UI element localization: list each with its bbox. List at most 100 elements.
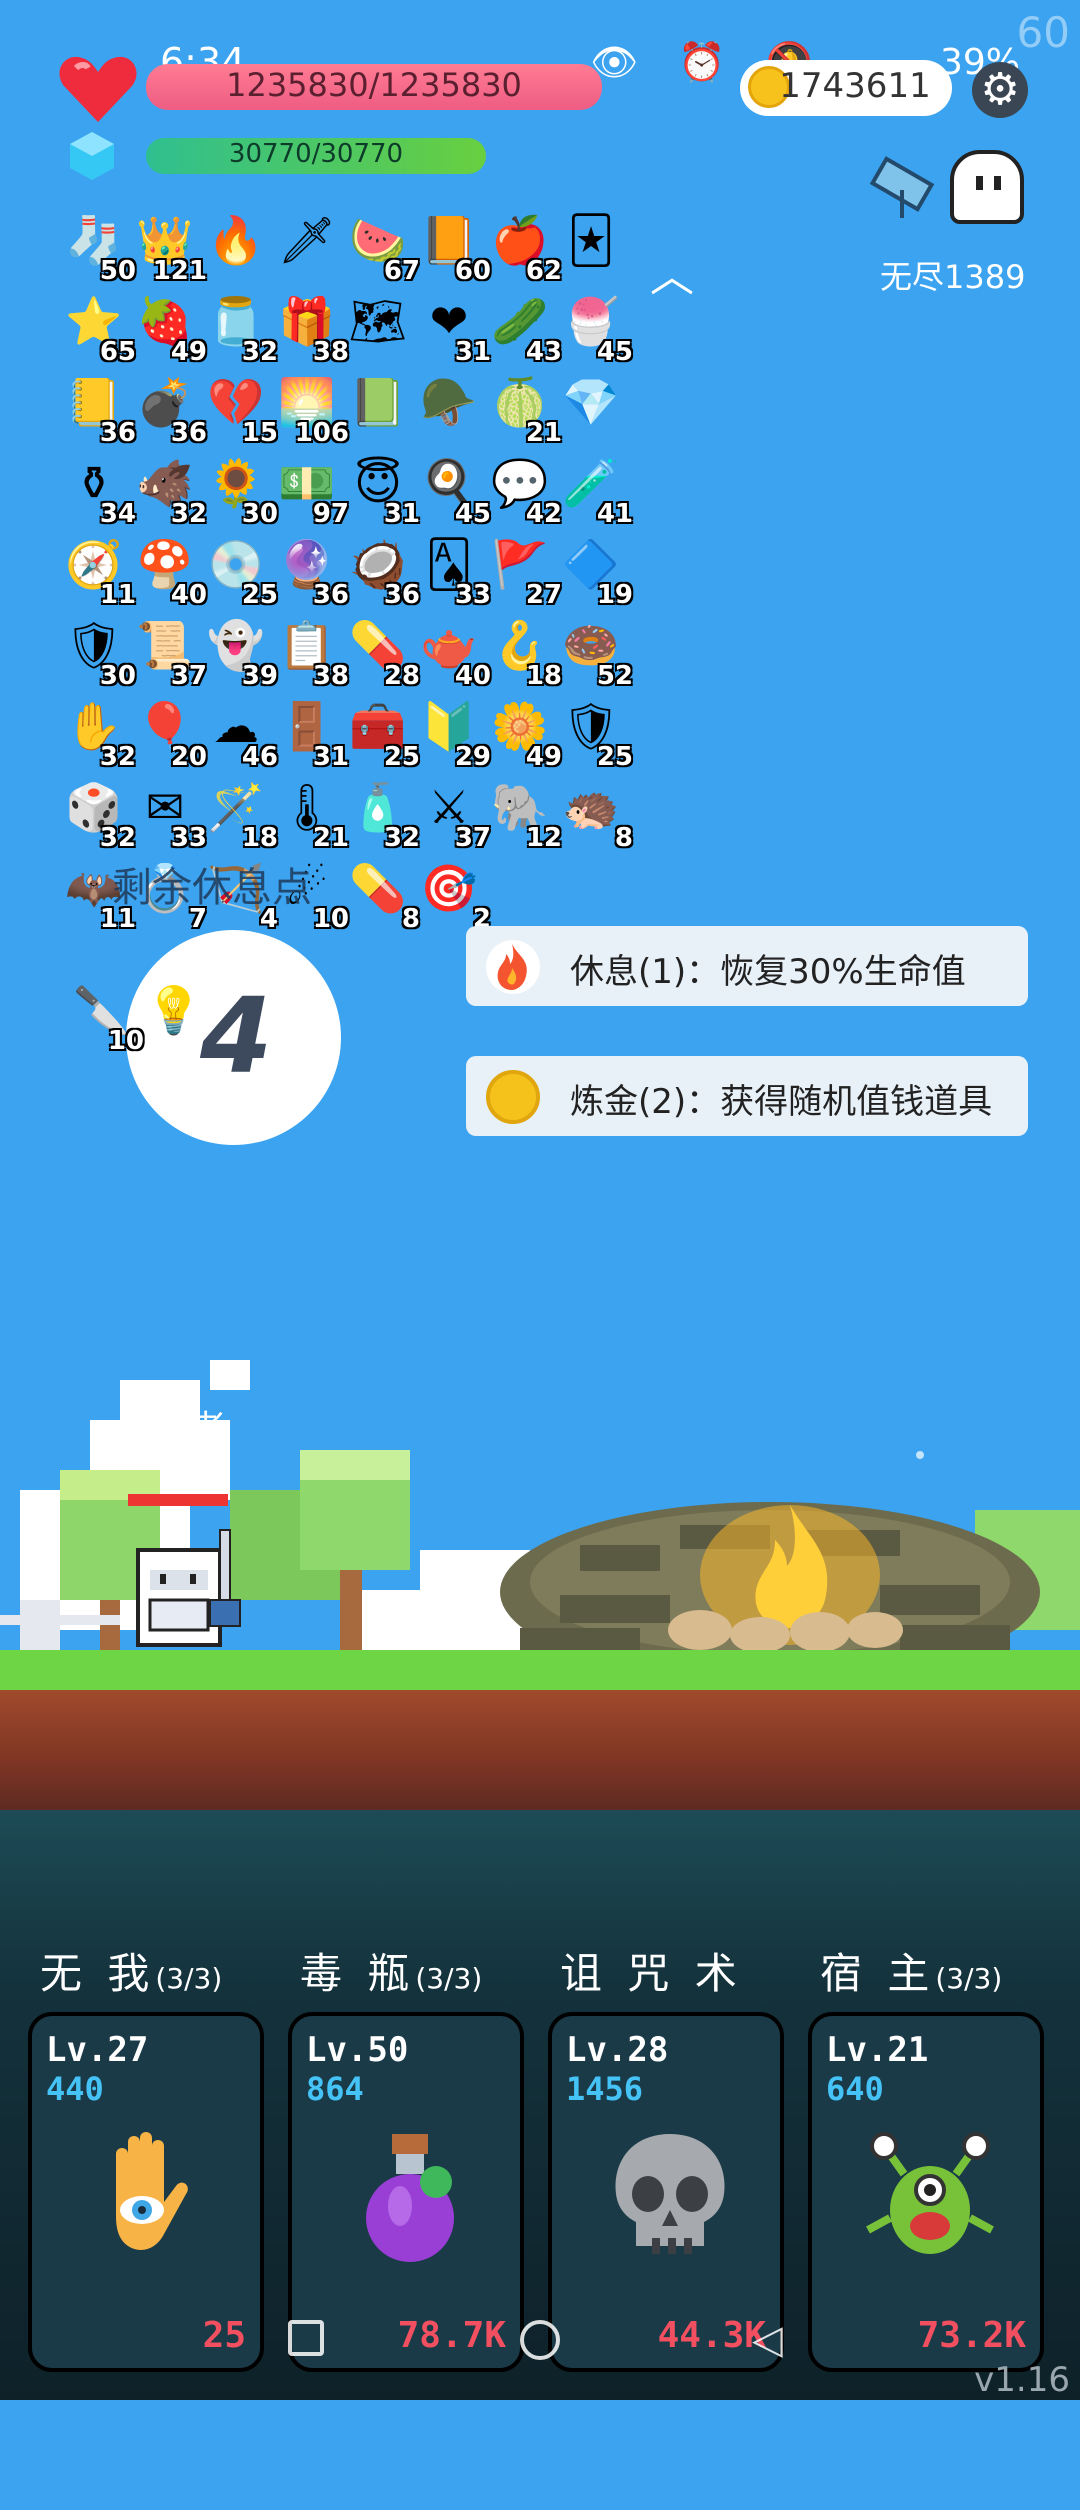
inventory-item[interactable]: 💡 (140, 980, 210, 1050)
inventory-item[interactable]: 👑 121 (131, 210, 207, 286)
inventory-item[interactable]: 🫖 40 (415, 615, 491, 691)
inventory-item[interactable]: 💊 28 (344, 615, 420, 691)
inventory-item[interactable]: 🪄 18 (202, 777, 278, 853)
inventory-item[interactable]: 🛡 25 (557, 696, 633, 772)
inventory-item[interactable]: 🔰 29 (415, 696, 491, 772)
inventory-item[interactable]: 🚪 31 (273, 696, 349, 772)
inventory-item[interactable]: 🍧 45 (557, 291, 633, 367)
item-icon: 🎯 (420, 861, 478, 915)
inventory-item[interactable]: 💵 97 (273, 453, 349, 529)
inventory-item[interactable]: ⚔ 37 (415, 777, 491, 853)
inventory-item[interactable]: 🎁 38 (273, 291, 349, 367)
inventory-item[interactable]: 🪖 (415, 372, 485, 442)
inventory-item[interactable]: 🧪 41 (557, 453, 633, 529)
skill-level: Lv.50 (306, 2030, 409, 2070)
inventory-item[interactable]: 🐗 32 (131, 453, 207, 529)
skill-card[interactable]: Lv.28 1456 44.3K (548, 2012, 784, 2372)
inventory-item[interactable]: 🪝 18 (486, 615, 562, 691)
inventory-item[interactable]: 🌻 30 (202, 453, 278, 529)
inventory-item[interactable]: 🔷 19 (557, 534, 633, 610)
inventory-item[interactable]: ⭐ 65 (60, 291, 136, 367)
alchemy-option-button[interactable]: 炼金(2)：获得随机值钱道具 (466, 1056, 1028, 1136)
inventory-item[interactable]: 🛡 30 (60, 615, 136, 691)
skill-card[interactable]: Lv.21 640 73.2K (808, 2012, 1044, 2372)
inventory-item[interactable]: 💣 36 (131, 372, 207, 448)
inventory-item[interactable]: 📗 (344, 372, 414, 442)
chevron-up-icon[interactable]: ︿ (650, 240, 700, 302)
inventory-item[interactable]: 🎈 20 (131, 696, 207, 772)
inventory-item[interactable]: 😇 31 (344, 453, 420, 529)
inventory-item[interactable]: 🌅 106 (273, 372, 349, 448)
inventory-item[interactable]: 🔪 10 (68, 980, 144, 1056)
skill-card[interactable]: Lv.27 440 25 (28, 2012, 264, 2372)
coin-icon (486, 1070, 540, 1124)
inventory-item[interactable]: 🔮 36 (273, 534, 349, 610)
skill-name: 无 我 (40, 1949, 156, 1998)
inventory-item[interactable]: 🐘 12 (486, 777, 562, 853)
inventory-item[interactable]: 🫙 32 (202, 291, 278, 367)
ground-grass (0, 1650, 1080, 1690)
skill-level: Lv.28 (566, 2030, 669, 2070)
poison-potion-icon (366, 2134, 454, 2262)
inventory-item[interactable]: 💎 (557, 372, 627, 442)
inventory-item[interactable]: ⚱ 34 (60, 453, 136, 529)
alchemy-option-text: 炼金(2)：获得随机值钱道具 (570, 1082, 993, 1122)
skill-level: Lv.21 (826, 2030, 929, 2070)
inventory-item[interactable]: 💊 8 (344, 858, 420, 934)
skill-card[interactable]: Lv.50 864 78.7K (288, 2012, 524, 2372)
ghost-icon[interactable] (950, 150, 1024, 224)
inventory-item[interactable]: 🔥 (202, 210, 272, 280)
skill-level: Lv.27 (46, 2030, 149, 2070)
inventory-item[interactable]: 📋 38 (273, 615, 349, 691)
inventory-item[interactable]: 🥥 36 (344, 534, 420, 610)
rest-option-button[interactable]: 休息(1)：恢复30%生命值 (466, 926, 1028, 1006)
inventory-item[interactable]: 🍄 40 (131, 534, 207, 610)
inventory-item[interactable]: 👻 39 (202, 615, 278, 691)
inventory-item[interactable]: 🍳 45 (415, 453, 491, 529)
inventory-item[interactable]: 🧦 50 (60, 210, 136, 286)
inventory-item[interactable]: 🌡 21 (273, 777, 349, 853)
inventory-item[interactable]: 🎯 2 (415, 858, 491, 934)
skill-count: (3/3) (155, 1962, 223, 1995)
inventory-item[interactable]: 🥒 43 (486, 291, 562, 367)
inventory-item[interactable]: 🍈 21 (486, 372, 562, 448)
inventory-item[interactable]: 🍉 67 (344, 210, 420, 286)
inventory-item[interactable]: 🗺 (344, 291, 414, 361)
skill-value: 1456 (566, 2070, 644, 2108)
inventory-item[interactable]: 💿 25 (202, 534, 278, 610)
inventory-item[interactable]: 🧴 32 (344, 777, 420, 853)
skill-slot-1[interactable]: 无 我(3/3) Lv.27 440 25 (28, 1940, 264, 2510)
inventory-item[interactable]: 🃏 (557, 210, 627, 280)
inventory-item[interactable]: ☁ 46 (202, 696, 278, 772)
inventory-item[interactable]: 🚩 27 (486, 534, 562, 610)
inventory-item[interactable]: ❤ 31 (415, 291, 491, 367)
banner-flag-icon[interactable] (868, 150, 938, 220)
inventory-item[interactable]: 🍩 52 (557, 615, 633, 691)
inventory-item[interactable]: 🗡 (273, 210, 343, 280)
inventory-item[interactable]: 📜 37 (131, 615, 207, 691)
skill-slot-3[interactable]: 诅 咒 术 Lv.28 1456 44.3K (548, 1940, 784, 2510)
inventory-item[interactable]: 📒 36 (60, 372, 136, 448)
skill-slot-2[interactable]: 毒 瓶(3/3) Lv.50 864 78.7K (288, 1940, 524, 2510)
fire-icon (486, 940, 540, 994)
skill-value: 440 (46, 2070, 104, 2108)
inventory-item[interactable]: 🌼 49 (486, 696, 562, 772)
inventory-item[interactable]: 📙 60 (415, 210, 491, 286)
inventory-item[interactable]: 🦔 8 (557, 777, 633, 853)
skill-slot-4[interactable]: 宿 主(3/3) Lv.21 640 73.2K (808, 1940, 1044, 2510)
inventory-item[interactable]: ✉ 33 (131, 777, 207, 853)
inventory-item[interactable]: ✋ 32 (60, 696, 136, 772)
nav-recents-icon[interactable] (288, 2320, 324, 2356)
nav-home-icon[interactable] (520, 2320, 560, 2360)
inventory-item[interactable]: 🧰 25 (344, 696, 420, 772)
item-icon: 🗡 (277, 213, 337, 267)
inventory-item[interactable]: 💬 42 (486, 453, 562, 529)
inventory-item[interactable]: 🍎 62 (486, 210, 562, 286)
inventory-item[interactable]: 💔 15 (202, 372, 278, 448)
inventory-item[interactable]: 🧭 11 (60, 534, 136, 610)
gear-icon[interactable]: ⚙ (972, 62, 1028, 118)
inventory-item[interactable]: 🍓 49 (131, 291, 207, 367)
nav-back-icon[interactable]: ◁ (752, 2320, 783, 2360)
inventory-item[interactable]: 🎲 32 (60, 777, 136, 853)
inventory-item[interactable]: 🂡 33 (415, 534, 491, 610)
